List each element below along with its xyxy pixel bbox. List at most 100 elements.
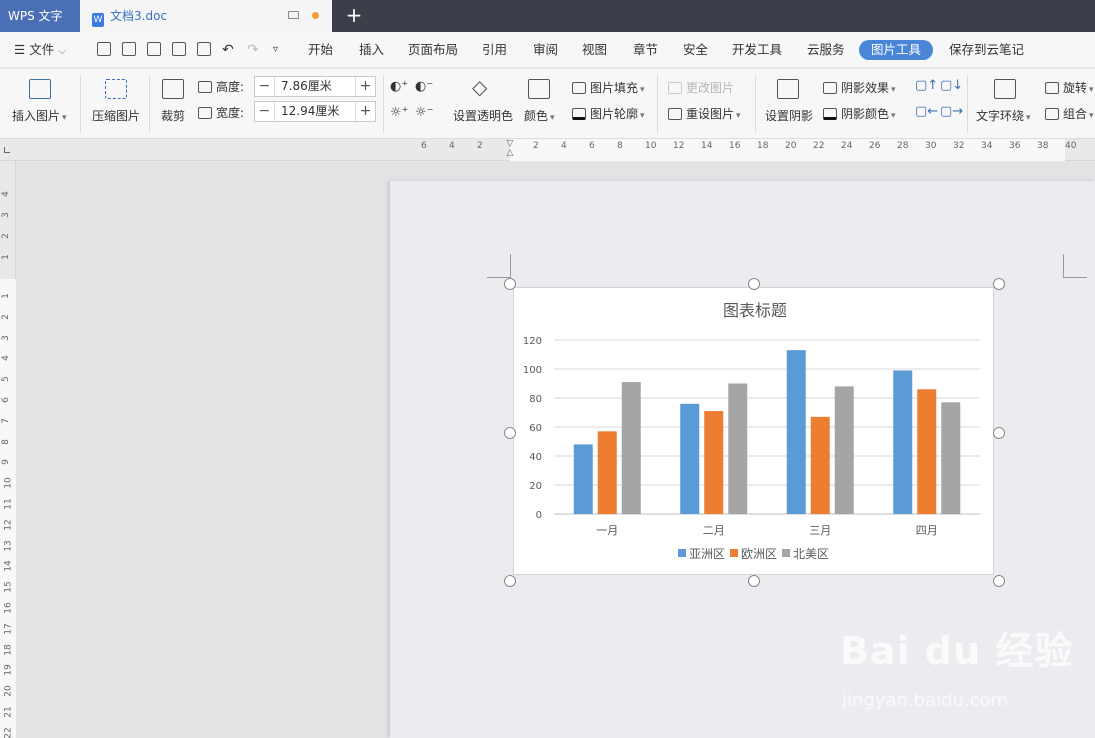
save-icon[interactable] xyxy=(122,42,136,56)
bar xyxy=(621,382,641,514)
change-picture-label: 更改图片 xyxy=(686,81,735,95)
reduce-contrast-icon[interactable]: ◐⁻ xyxy=(415,79,433,94)
bar xyxy=(917,389,937,514)
ruler-tick-label: 21 xyxy=(3,706,14,718)
reset-picture-button[interactable]: 重设图片 xyxy=(668,105,741,122)
group-button[interactable]: 组合 xyxy=(1045,105,1094,122)
tab-page-layout[interactable]: 页面布局 xyxy=(408,32,458,68)
ruler-tick-label: 18 xyxy=(757,141,769,151)
crop-button[interactable]: 裁剪 xyxy=(161,107,185,124)
picture-fill-button[interactable]: 图片填充 xyxy=(572,79,645,96)
document-tab[interactable]: W 文档3.doc xyxy=(80,0,332,32)
ruler-tick-label: 38 xyxy=(1037,141,1049,151)
tab-references[interactable]: 引用 xyxy=(482,32,507,68)
margin-corner-marker xyxy=(487,254,511,278)
tab-review[interactable]: 审阅 xyxy=(533,32,558,68)
new-tab-button[interactable]: + xyxy=(344,0,364,32)
divider xyxy=(383,75,384,133)
insert-picture-button[interactable]: 插入图片 xyxy=(12,107,67,124)
quick-access-more-icon[interactable]: ▿ xyxy=(273,32,278,68)
ruler-tick-label: 11 xyxy=(3,498,14,510)
y-tick-label: 20 xyxy=(529,481,542,492)
print-icon[interactable] xyxy=(172,42,186,56)
title-bar: WPS 文字 W 文档3.doc + xyxy=(0,0,1095,32)
undo-icon[interactable]: ↶ xyxy=(222,32,234,68)
height-decrease-button[interactable]: − xyxy=(255,77,275,96)
vertical-ruler[interactable]: 4 3 2 1 1 2 3 4 5 6 7 8 9 10 11 12 13 14 15 16 17 18 19 20 21 22 xyxy=(0,161,16,738)
x-tick-label: 四月 xyxy=(916,524,938,537)
ruler-tick-label: 19 xyxy=(3,664,14,677)
file-menu[interactable]: ☰ 文件 ⌵ xyxy=(14,32,66,68)
tab-cloud-service[interactable]: 云服务 xyxy=(807,32,845,68)
tab-developer[interactable]: 开发工具 xyxy=(732,32,782,68)
ruler-tick-label: 40 xyxy=(1065,141,1077,151)
resize-handle-bottom[interactable] xyxy=(748,575,760,587)
open-icon[interactable] xyxy=(97,42,111,56)
resize-handle-right[interactable] xyxy=(993,427,1005,439)
height-label-text: 高度: xyxy=(216,80,245,94)
app-menu-tab[interactable]: WPS 文字 xyxy=(0,0,80,32)
y-tick-label: 60 xyxy=(529,423,542,434)
resize-handle-top[interactable] xyxy=(748,278,760,290)
resize-handle-top-left[interactable] xyxy=(504,278,516,290)
nudge-left-icon[interactable]: ▢← xyxy=(915,104,938,119)
tab-picture-tools[interactable]: 图片工具 xyxy=(859,40,934,60)
tab-start[interactable]: 开始 xyxy=(308,32,333,68)
text-wrap-button[interactable]: 文字环绕 xyxy=(976,107,1031,124)
print-preview-icon[interactable] xyxy=(197,42,211,56)
horizontal-ruler[interactable]: ▽ △ 6 4 2 2 4 6 8 10 12 14 16 18 20 22 24 26 28 30 32 34 36 38… xyxy=(0,139,1095,161)
bar xyxy=(680,403,700,514)
add-brightness-icon[interactable]: ☼⁺ xyxy=(390,105,409,120)
set-transparent-color-button[interactable]: 设置透明色 xyxy=(453,107,513,124)
shadow-color-button[interactable]: 阴影颜色 xyxy=(823,105,896,122)
ruler-tick-label: 2 xyxy=(533,141,539,151)
height-value[interactable]: 7.86厘米 xyxy=(281,77,332,96)
width-decrease-button[interactable]: − xyxy=(255,102,275,121)
ruler-tick-label: 4 xyxy=(449,141,455,151)
resize-handle-bottom-right[interactable] xyxy=(993,575,1005,587)
indent-marker[interactable]: ▽ △ xyxy=(505,140,515,158)
tab-save-to-cloud-notes[interactable]: 保存到云笔记 xyxy=(949,32,1024,68)
width-value[interactable]: 12.94厘米 xyxy=(281,102,339,121)
ruler-corner-tab[interactable] xyxy=(4,147,10,153)
nudge-right-icon[interactable]: ▢↓ xyxy=(940,78,963,93)
shadow-effect-button[interactable]: 阴影效果 xyxy=(823,79,896,96)
tab-view[interactable]: 视图 xyxy=(582,32,607,68)
width-stepper[interactable]: − 12.94厘米 + xyxy=(254,101,376,122)
rotate-button[interactable]: 旋转 xyxy=(1045,79,1094,96)
tab-security[interactable]: 安全 xyxy=(683,32,708,68)
resize-handle-left[interactable] xyxy=(504,427,516,439)
resize-handle-top-right[interactable] xyxy=(993,278,1005,290)
ruler-tick-label: 18 xyxy=(3,643,14,656)
export-pdf-icon[interactable] xyxy=(147,42,161,56)
redo-icon[interactable]: ↷ xyxy=(247,32,259,68)
ruler-tick-label: 28 xyxy=(897,141,909,151)
y-tick-label: 80 xyxy=(529,394,542,405)
ruler-tick-label: 2 xyxy=(477,141,483,151)
tab-insert[interactable]: 插入 xyxy=(359,32,384,68)
tab-chapter[interactable]: 章节 xyxy=(633,32,658,68)
width-increase-button[interactable]: + xyxy=(355,102,375,121)
nudge-up-icon[interactable]: ▢↑ xyxy=(915,78,938,93)
color-button[interactable]: 颜色 xyxy=(524,107,555,124)
change-picture-button[interactable]: 更改图片 xyxy=(668,79,734,96)
nudge-down-icon[interactable]: ▢→ xyxy=(940,104,963,119)
resize-handle-bottom-left[interactable] xyxy=(504,575,516,587)
hamburger-icon: ☰ xyxy=(14,42,26,57)
height-increase-button[interactable]: + xyxy=(355,77,375,96)
set-shadow-button[interactable]: 设置阴影 xyxy=(765,107,813,124)
compress-picture-button[interactable]: 压缩图片 xyxy=(92,107,140,124)
ruler-tick-label: 6 xyxy=(0,397,11,403)
height-stepper[interactable]: − 7.86厘米 + xyxy=(254,76,376,97)
bar xyxy=(810,416,830,514)
add-contrast-icon[interactable]: ◐⁺ xyxy=(390,79,408,94)
reduce-brightness-icon[interactable]: ☼⁻ xyxy=(415,105,434,120)
ruler-tick-label: 6 xyxy=(421,141,427,151)
legend-swatch xyxy=(782,549,790,557)
embedded-chart[interactable]: 图表标题 0 20 40 60 80 100 120 一月 二月 三月 四月 亚洲区 欧洲区 北美区 xyxy=(513,287,994,575)
y-tick-label: 40 xyxy=(529,452,542,463)
picture-outline-button[interactable]: 图片轮廓 xyxy=(572,105,645,122)
insert-picture-icon xyxy=(29,79,51,99)
display-mode-icon[interactable] xyxy=(288,11,299,19)
picture-tools-ribbon: 插入图片 压缩图片 裁剪 高度: − 7.86厘米 + 宽度: − 12.94厘… xyxy=(0,69,1095,139)
